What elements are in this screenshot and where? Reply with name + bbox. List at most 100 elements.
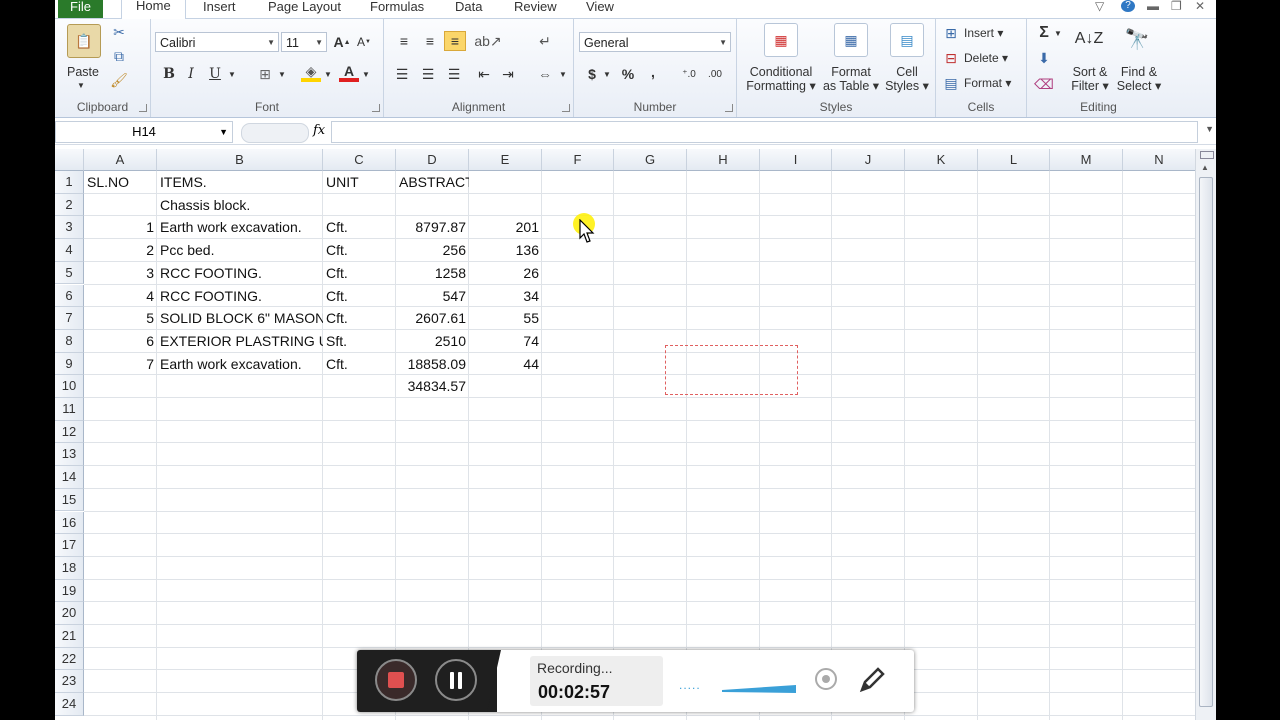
font-color-icon[interactable]: A (339, 63, 359, 82)
align-center-icon[interactable]: ☰ (418, 65, 438, 83)
row-header-2[interactable]: 2 (55, 193, 84, 217)
cell-c4[interactable]: Cft. (323, 239, 396, 261)
row-header-18[interactable]: 18 (55, 556, 84, 580)
comma-button[interactable]: , (646, 63, 660, 81)
borders-dropdown-icon[interactable]: ▼ (277, 66, 287, 82)
tab-review[interactable]: Review (514, 0, 557, 18)
cell-a7[interactable]: 5 (84, 307, 157, 329)
format-as-table-button[interactable]: Format as Table ▾ (821, 65, 881, 93)
tab-data[interactable]: Data (455, 0, 482, 18)
cell-e3[interactable]: 201 (469, 216, 542, 238)
paste-icon[interactable]: 📋 (67, 24, 101, 58)
cell-c5[interactable]: Cft. (323, 262, 396, 284)
cell-b1[interactable]: ITEMS. (157, 171, 323, 193)
insert-cells-icon[interactable]: ⊞ (942, 25, 960, 41)
align-right-icon[interactable]: ☰ (444, 65, 464, 83)
ribbon-minimize-icon[interactable]: ▽ (1095, 0, 1104, 12)
row-header-24[interactable]: 24 (55, 693, 84, 716)
font-color-dropdown-icon[interactable]: ▼ (361, 66, 371, 82)
cell-c1[interactable]: UNIT (323, 171, 396, 193)
cell-c9[interactable]: Cft. (323, 353, 396, 375)
row-header-14[interactable]: 14 (55, 466, 84, 489)
sort-filter-button[interactable]: Sort & Filter ▾ (1067, 65, 1113, 93)
currency-button[interactable]: $ (584, 65, 600, 83)
percent-button[interactable]: % (620, 65, 636, 83)
column-header-h[interactable]: H (687, 149, 760, 171)
column-header-c[interactable]: C (323, 149, 396, 171)
cell-b7[interactable]: SOLID BLOCK 6" MASON (157, 307, 323, 329)
row-header-9[interactable]: 9 (55, 352, 84, 376)
name-box[interactable]: H14 ▼ (55, 121, 233, 143)
cell-b3[interactable]: Earth work excavation. (157, 216, 323, 238)
cell-e7[interactable]: 55 (469, 307, 542, 329)
fill-color-dropdown-icon[interactable]: ▼ (323, 66, 333, 82)
cell-a5[interactable]: 3 (84, 262, 157, 284)
cell-b8[interactable]: EXTERIOR PLASTRING U (157, 330, 323, 352)
number-format-select[interactable]: General ▼ (579, 32, 731, 52)
row-header-21[interactable]: 21 (55, 625, 84, 648)
grow-font-icon[interactable]: A ▲ (333, 33, 351, 51)
alignment-dialog-launcher-icon[interactable] (562, 104, 570, 112)
fill-color-icon[interactable]: ◈ (301, 63, 321, 82)
split-handle[interactable] (1200, 151, 1214, 159)
merge-dropdown-icon[interactable]: ▼ (558, 65, 568, 83)
row-header-3[interactable]: 3 (55, 216, 84, 240)
shrink-font-icon[interactable]: A ▼ (355, 33, 373, 51)
select-all-corner[interactable] (55, 149, 84, 171)
cell-d7[interactable]: 2607.61 (396, 307, 469, 329)
cell-d9[interactable]: 18858.09 (396, 353, 469, 375)
orientation-icon[interactable]: ab↗ (474, 31, 501, 51)
font-dialog-launcher-icon[interactable] (372, 104, 380, 112)
font-size-select[interactable]: 11 ▼ (281, 32, 327, 52)
number-dialog-launcher-icon[interactable] (725, 104, 733, 112)
row-header-4[interactable]: 4 (55, 239, 84, 262)
column-header-k[interactable]: K (905, 149, 978, 171)
window-restore-icon[interactable]: ❐ (1171, 0, 1182, 12)
autosum-button[interactable]: Σ (1035, 23, 1053, 43)
insert-cells-button[interactable]: Insert ▾ (964, 26, 1003, 40)
binoculars-icon[interactable]: 🔭 (1121, 23, 1153, 55)
delete-cells-icon[interactable]: ⊟ (942, 50, 960, 66)
format-as-table-icon[interactable]: ▦ (834, 23, 868, 57)
row-header-8[interactable]: 8 (55, 329, 84, 353)
row-header-11[interactable]: 11 (55, 398, 84, 421)
wrap-text-icon[interactable]: ↵ (534, 31, 556, 51)
bold-button[interactable]: B (161, 66, 177, 82)
pen-icon[interactable] (857, 665, 887, 695)
fill-icon[interactable]: ⬇ (1035, 49, 1053, 67)
row-header-17[interactable]: 17 (55, 534, 84, 557)
row-header-20[interactable]: 20 (55, 602, 84, 625)
cell-d3[interactable]: 8797.87 (396, 216, 469, 238)
column-header-n[interactable]: N (1123, 149, 1196, 171)
cell-e9[interactable]: 44 (469, 353, 542, 375)
cell-b9[interactable]: Earth work excavation. (157, 353, 323, 375)
scroll-thumb[interactable] (1199, 177, 1213, 707)
merge-center-icon[interactable]: ⇔ (534, 65, 556, 83)
row-header-1[interactable]: 1 (55, 171, 84, 194)
font-name-select[interactable]: Calibri ▼ (155, 32, 279, 52)
find-select-button[interactable]: Find & Select ▾ (1115, 65, 1163, 93)
pause-record-button[interactable] (435, 659, 477, 701)
row-header-7[interactable]: 7 (55, 307, 84, 330)
tab-formulas[interactable]: Formulas (370, 0, 424, 18)
row-header-16[interactable]: 16 (55, 511, 84, 535)
italic-button[interactable]: I (183, 66, 199, 82)
middle-align-icon[interactable]: ≡ (420, 31, 440, 51)
decrease-indent-icon[interactable]: ⇤ (474, 65, 494, 83)
tab-file[interactable]: File (58, 0, 103, 18)
cell-b4[interactable]: Pcc bed. (157, 239, 323, 261)
increase-indent-icon[interactable]: ⇥ (498, 65, 518, 83)
cell-c6[interactable]: Cft. (323, 285, 396, 307)
cell-d10[interactable]: 34834.57 (396, 375, 469, 397)
row-header-15[interactable]: 15 (55, 488, 84, 512)
clear-icon[interactable]: ⌫ (1034, 75, 1054, 93)
column-header-l[interactable]: L (978, 149, 1050, 171)
column-header-a[interactable]: A (84, 149, 157, 171)
format-painter-icon[interactable]: 🖌 (110, 72, 128, 88)
clipboard-dialog-launcher-icon[interactable] (139, 104, 147, 112)
column-header-f[interactable]: F (542, 149, 614, 171)
help-icon[interactable]: ? (1121, 0, 1135, 12)
cell-a9[interactable]: 7 (84, 353, 157, 375)
cell-c3[interactable]: Cft. (323, 216, 396, 238)
tab-page-layout[interactable]: Page Layout (268, 0, 341, 18)
